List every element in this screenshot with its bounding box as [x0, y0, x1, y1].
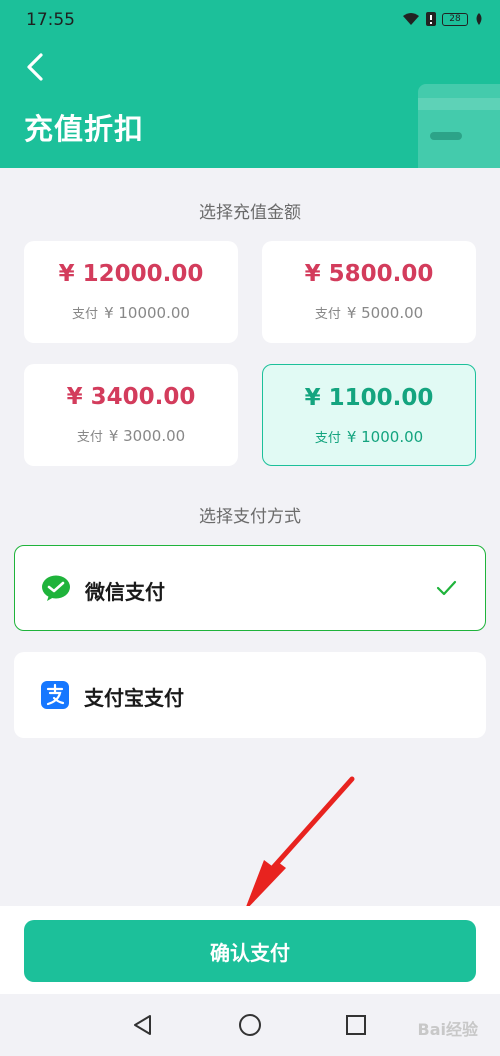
- back-button[interactable]: [18, 50, 52, 84]
- amount-pay: 支付 ¥ 3000.00: [24, 426, 238, 445]
- amount-option-12000[interactable]: ¥ 12000.00 支付 ¥ 10000.00: [24, 241, 238, 343]
- leaf-icon: [476, 13, 482, 25]
- battery-level: 28: [449, 13, 461, 24]
- nav-back-icon[interactable]: [130, 1012, 156, 1038]
- pay-method-label: 微信支付: [85, 580, 165, 604]
- amount-value: ¥ 12000.00: [58, 261, 204, 287]
- watermark: Bai经验: [417, 1020, 478, 1039]
- confirm-payment-button[interactable]: 确认支付: [24, 920, 476, 982]
- amount-value: ¥ 1100.00: [304, 385, 434, 411]
- pay-prefix: 支付: [72, 307, 99, 322]
- wifi-icon: [403, 13, 419, 25]
- page-title: 充值折扣: [24, 112, 145, 146]
- pay-prefix: 支付: [76, 430, 103, 445]
- pay-amount: ¥ 10000.00: [104, 304, 190, 322]
- nav-bar: Bai经验: [0, 994, 500, 1056]
- pay-amount: ¥ 1000.00: [346, 428, 424, 446]
- wechat-pay-icon: [42, 575, 70, 601]
- amount-value: ¥ 3400.00: [66, 384, 196, 410]
- pay-method-wechat[interactable]: 微信支付: [14, 545, 486, 631]
- bottom-bar: 确认支付: [0, 906, 500, 994]
- amount-option-5800[interactable]: ¥ 5800.00 支付 ¥ 5000.00: [262, 241, 476, 343]
- alert-icon: [426, 12, 436, 26]
- pay-prefix: 支付: [314, 431, 341, 446]
- nav-home-icon[interactable]: [237, 1012, 263, 1038]
- pay-method-alipay[interactable]: 支付宝支付: [14, 652, 486, 738]
- chevron-left-icon: [27, 53, 43, 81]
- card-illustration: [418, 84, 500, 168]
- alipay-icon: [41, 681, 69, 709]
- pay-prefix: 支付: [314, 307, 341, 322]
- payment-section-title: 选择支付方式: [199, 507, 301, 527]
- header: 充值折扣: [0, 44, 500, 168]
- amount-option-3400[interactable]: ¥ 3400.00 支付 ¥ 3000.00: [24, 364, 238, 466]
- check-icon: [436, 580, 457, 596]
- amount-pay: 支付 ¥ 1000.00: [263, 427, 475, 446]
- status-icons: 28: [402, 12, 484, 26]
- status-time: 17:55: [26, 10, 75, 30]
- nav-recents-icon[interactable]: [343, 1012, 369, 1038]
- pay-method-label: 支付宝支付: [84, 686, 184, 710]
- pay-amount: ¥ 3000.00: [108, 427, 186, 445]
- status-bar: 17:55 28: [0, 0, 500, 44]
- amount-pay: 支付 ¥ 10000.00: [24, 303, 238, 322]
- battery-icon: 28: [442, 12, 468, 26]
- pay-amount: ¥ 5000.00: [346, 304, 424, 322]
- amount-option-1100[interactable]: ¥ 1100.00 支付 ¥ 1000.00: [262, 364, 476, 466]
- amount-value: ¥ 5800.00: [304, 261, 434, 287]
- amount-section-title: 选择充值金额: [199, 203, 301, 223]
- amount-pay: 支付 ¥ 5000.00: [262, 303, 476, 322]
